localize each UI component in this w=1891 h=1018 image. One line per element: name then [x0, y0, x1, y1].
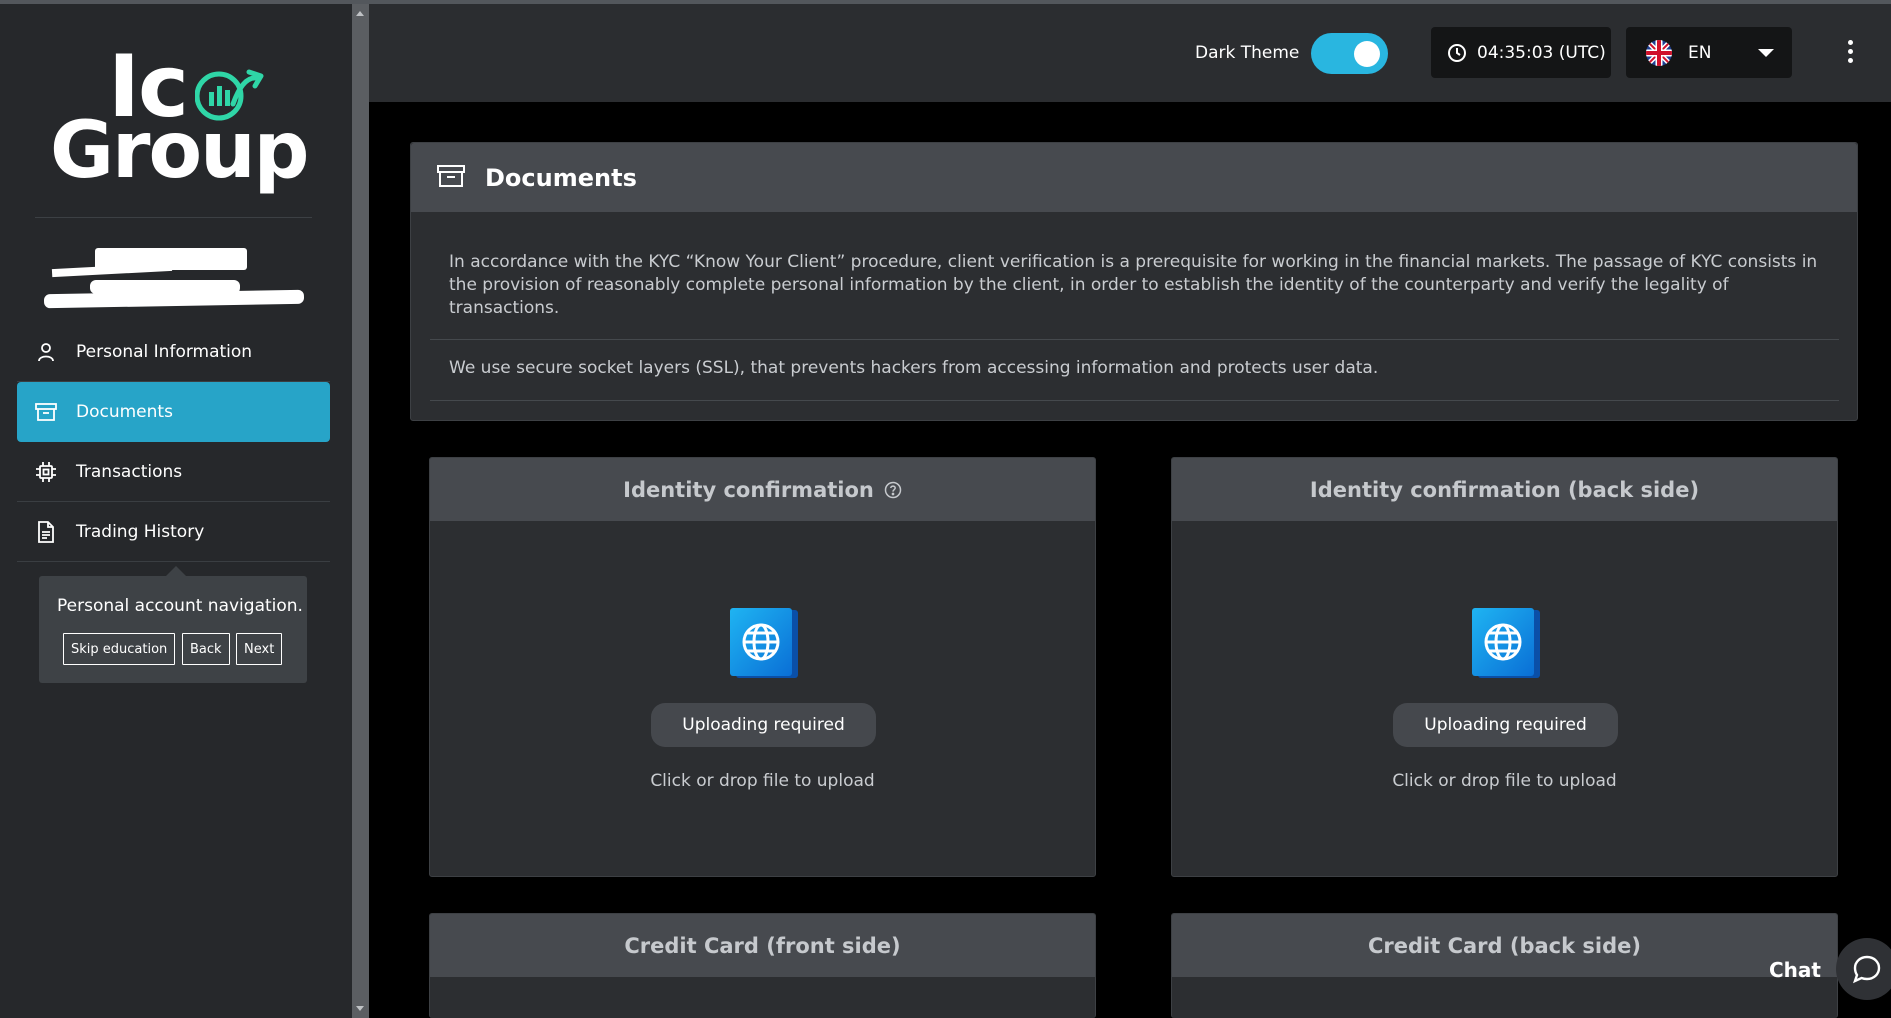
page-title: Documents: [485, 163, 637, 192]
card-title: Identity confirmation: [623, 477, 874, 502]
globe-document-icon: [730, 608, 798, 678]
sidebar-item-personal-information[interactable]: Personal Information: [17, 322, 330, 382]
language-select[interactable]: EN: [1626, 27, 1792, 78]
documents-panel-header: Documents: [411, 143, 1857, 212]
credit-card-back-upload-card[interactable]: Credit Card (back side): [1171, 913, 1838, 1018]
dark-theme-label: Dark Theme: [1195, 43, 1300, 63]
identity-front-upload-card[interactable]: Identity confirmation Uploading required…: [429, 457, 1096, 877]
archive-icon: [437, 164, 465, 192]
globe-document-icon: [1472, 608, 1540, 678]
drop-file-hint: Click or drop file to upload: [1392, 771, 1617, 791]
sidebar-item-label: Documents: [76, 402, 173, 422]
archive-icon: [35, 401, 57, 423]
top-header: Dark Theme 04:35:03 (UTC) EN: [369, 4, 1891, 102]
sidebar-item-label: Trading History: [76, 521, 205, 542]
chip-icon: [35, 461, 57, 483]
toggle-knob: [1354, 41, 1380, 67]
sidebar-nav: Personal Information Documents Transacti…: [17, 322, 330, 562]
tour-tooltip: Personal account navigation. Skip educat…: [39, 566, 307, 683]
help-icon[interactable]: [884, 481, 902, 499]
ssl-description: We use secure socket layers (SSL), that …: [449, 358, 1379, 378]
tour-text: Personal account navigation.: [57, 596, 303, 616]
card-title: Credit Card (back side): [1368, 933, 1641, 958]
sidebar-item-label: Transactions: [76, 461, 183, 482]
chevron-down-icon: [1758, 49, 1774, 57]
card-header: Credit Card (front side): [430, 914, 1095, 977]
uploading-required-button[interactable]: Uploading required: [1393, 703, 1618, 747]
card-title: Credit Card (front side): [624, 933, 901, 958]
clock-value: 04:35:03 (UTC): [1477, 42, 1606, 63]
divider: [430, 400, 1839, 401]
credit-card-front-upload-card[interactable]: Credit Card (front side): [429, 913, 1096, 1018]
identity-back-upload-card[interactable]: Identity confirmation (back side) Upload…: [1171, 457, 1838, 877]
kyc-description: In accordance with the KYC “Know Your Cl…: [449, 252, 1818, 318]
sidebar-item-trading-history[interactable]: Trading History: [17, 502, 330, 562]
document-icon: [35, 520, 57, 543]
chat-label[interactable]: Chat: [1769, 958, 1821, 982]
documents-panel: Documents In accordance with the KYC “Kn…: [410, 142, 1858, 421]
sidebar-scrollbar[interactable]: [352, 4, 369, 1018]
uploading-required-button[interactable]: Uploading required: [651, 703, 876, 747]
card-header: Identity confirmation: [430, 458, 1095, 521]
drop-file-hint: Click or drop file to upload: [650, 771, 875, 791]
clock-icon: [1447, 43, 1467, 63]
skip-education-button[interactable]: Skip education: [63, 633, 176, 665]
divider: [430, 339, 1839, 340]
scroll-up-arrow-icon[interactable]: [356, 11, 364, 16]
dark-theme-toggle[interactable]: [1311, 33, 1388, 74]
logo-line2: Group: [50, 106, 309, 196]
sidebar-item-documents[interactable]: Documents: [17, 382, 330, 442]
sidebar: Ic Group Personal Information Documents …: [0, 4, 352, 1018]
chat-bubble-icon[interactable]: [1836, 938, 1891, 1000]
uk-flag-icon: [1646, 39, 1672, 66]
sidebar-item-label: Personal Information: [76, 341, 253, 362]
sidebar-item-transactions[interactable]: Transactions: [17, 442, 330, 502]
user-icon: [35, 341, 57, 363]
tour-next-button[interactable]: Next: [236, 633, 283, 665]
scroll-down-arrow-icon[interactable]: [356, 1006, 364, 1011]
card-title: Identity confirmation (back side): [1309, 477, 1700, 502]
card-header: Identity confirmation (back side): [1172, 458, 1837, 521]
logo-divider: [35, 217, 312, 218]
brand-logo[interactable]: Ic Group: [50, 44, 309, 200]
language-value: EN: [1688, 42, 1712, 63]
more-options-icon[interactable]: [1844, 40, 1856, 66]
utc-clock: 04:35:03 (UTC): [1431, 27, 1611, 78]
card-header: Credit Card (back side): [1172, 914, 1837, 977]
tour-back-button[interactable]: Back: [182, 633, 230, 665]
